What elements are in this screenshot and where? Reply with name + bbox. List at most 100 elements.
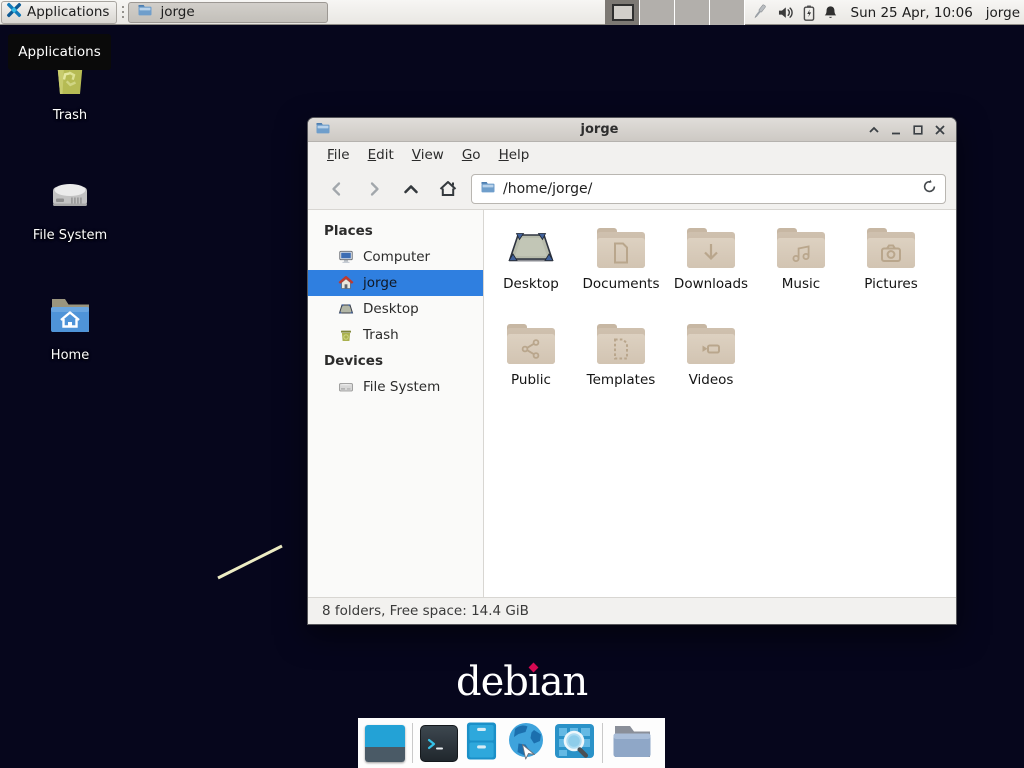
applications-tooltip: Applications [8, 34, 111, 70]
path-folder-icon [480, 179, 496, 199]
folder-dock-icon [610, 721, 654, 765]
sidebar-item-jorge[interactable]: jorge [308, 270, 483, 296]
debian-logo-i: ı [528, 659, 540, 705]
close-button[interactable] [934, 124, 946, 136]
app-finder-icon [554, 721, 595, 765]
taskbar-button-label: jorge [160, 4, 194, 20]
folder-icon [597, 324, 645, 364]
panel-user-menu[interactable]: jorge [986, 5, 1020, 21]
show-desktop-icon [365, 725, 405, 762]
notifications-bell-icon[interactable] [823, 5, 838, 20]
menu-bar: File Edit View Go Help [308, 142, 956, 168]
folder-icon [687, 228, 735, 268]
file-item-downloads[interactable]: Downloads [666, 220, 756, 316]
app-finder-launcher[interactable] [554, 721, 595, 765]
home-folder-icon [46, 290, 94, 342]
places-header: Places [308, 218, 483, 244]
maximize-button[interactable] [912, 124, 924, 136]
xfce-applications-icon [6, 2, 22, 22]
panel-clock[interactable]: Sun 25 Apr, 10:06 [851, 5, 973, 21]
file-item-music[interactable]: Music [756, 220, 846, 316]
home-icon [338, 275, 354, 291]
folder-icon [867, 228, 915, 268]
folder-icon [687, 324, 735, 364]
workspace-3[interactable] [675, 0, 710, 25]
places-sidebar: Places Computer [308, 210, 484, 597]
file-grid: Desktop Documents [484, 210, 956, 597]
menu-help[interactable]: Help [490, 144, 539, 166]
file-manager-launcher[interactable] [610, 721, 654, 765]
file-cabinet-icon [465, 721, 498, 765]
workspace-2[interactable] [640, 0, 675, 25]
file-item-videos[interactable]: Videos [666, 316, 756, 412]
file-item-templates[interactable]: Templates [576, 316, 666, 412]
applications-menu-button[interactable]: Applications [1, 1, 117, 24]
forward-button[interactable] [355, 173, 392, 205]
file-item-label: Templates [587, 372, 656, 388]
debian-logo-text: an [540, 659, 588, 705]
sidebar-item-trash[interactable]: Trash [308, 322, 483, 348]
file-item-label: Downloads [674, 276, 748, 292]
up-button[interactable] [392, 173, 429, 205]
window-titlebar[interactable]: jorge [308, 118, 956, 142]
file-item-public[interactable]: Public [486, 316, 576, 412]
file-item-pictures[interactable]: Pictures [846, 220, 936, 316]
file-item-label: Pictures [864, 276, 917, 292]
minimize-button[interactable] [890, 124, 902, 136]
debian-logo: debıan [456, 660, 587, 704]
workspace-1[interactable] [605, 0, 640, 25]
status-bar: 8 folders, Free space: 14.4 GiB [308, 597, 956, 624]
workspace-window-thumb [612, 4, 634, 21]
back-button[interactable] [318, 173, 355, 205]
tooltip-text: Applications [18, 44, 100, 60]
menu-edit[interactable]: Edit [359, 144, 403, 166]
taskbar-button-jorge[interactable]: jorge [128, 2, 328, 23]
desktop-icon-file-system[interactable]: File System [10, 170, 130, 243]
dock-separator [602, 723, 603, 763]
desktop-pad-icon [338, 301, 354, 317]
desktop-icon-label: File System [33, 228, 107, 243]
sidebar-item-desktop[interactable]: Desktop [308, 296, 483, 322]
applications-menu-label: Applications [27, 4, 109, 20]
file-item-documents[interactable]: Documents [576, 220, 666, 316]
desktop-icon-label: Trash [53, 108, 87, 123]
workspace-4[interactable] [710, 0, 745, 25]
menu-view[interactable]: View [403, 144, 453, 166]
path-bar[interactable]: /home/jorge/ [471, 174, 946, 204]
menu-file[interactable]: File [318, 144, 359, 166]
window-folder-icon [315, 120, 331, 140]
battery-tray-icon[interactable] [803, 5, 815, 21]
system-tray: Sun 25 Apr, 10:06 jorge [749, 0, 1021, 25]
file-cabinet-launcher[interactable] [465, 721, 498, 765]
trash-small-icon [338, 327, 354, 343]
reload-icon[interactable] [922, 179, 937, 198]
tools-tray-icon[interactable] [749, 4, 769, 21]
computer-icon [338, 249, 354, 265]
drive-small-icon [338, 379, 354, 395]
menu-go[interactable]: Go [453, 144, 490, 166]
sidebar-item-computer[interactable]: Computer [308, 244, 483, 270]
desktop-icon-home[interactable]: Home [10, 290, 130, 363]
folder-icon [507, 324, 555, 364]
devices-header: Devices [308, 348, 483, 374]
show-desktop-button[interactable] [365, 725, 405, 762]
workspace-pager [605, 0, 745, 25]
folder-icon [777, 228, 825, 268]
home-button[interactable] [429, 173, 466, 205]
panel-drag-handle[interactable] [119, 3, 126, 21]
shade-button[interactable] [868, 124, 880, 136]
sidebar-item-file-system[interactable]: File System [308, 374, 483, 400]
terminal-icon [420, 725, 458, 762]
file-item-desktop[interactable]: Desktop [486, 220, 576, 316]
path-input[interactable]: /home/jorge/ [503, 181, 915, 197]
desktop-line-artifact [210, 538, 290, 586]
web-browser-launcher[interactable] [505, 721, 547, 765]
debian-logo-text: deb [456, 659, 528, 705]
dock [358, 718, 665, 768]
volume-tray-icon[interactable] [777, 5, 795, 20]
hard-drive-icon [46, 170, 94, 222]
terminal-launcher[interactable] [420, 725, 458, 762]
window-title: jorge [331, 122, 868, 137]
file-item-label: Music [782, 276, 820, 292]
sidebar-item-label: File System [363, 379, 440, 395]
